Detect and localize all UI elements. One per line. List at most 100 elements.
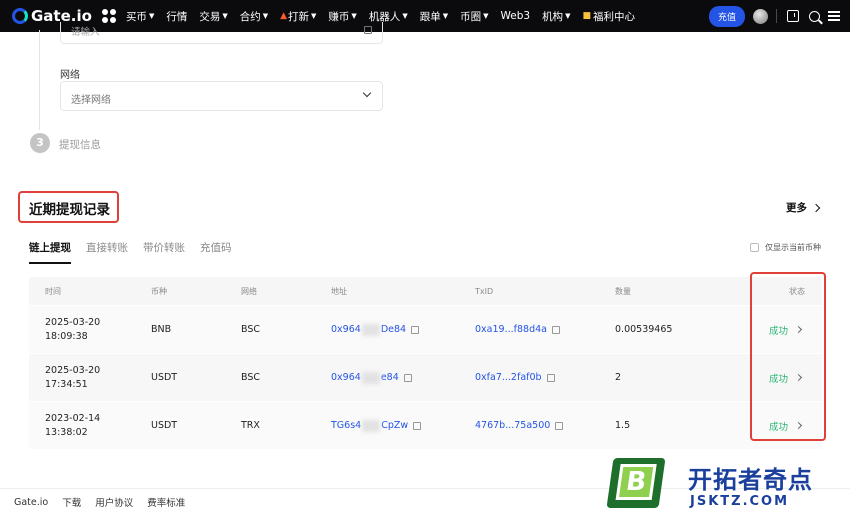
nav-item-9[interactable]: Web3 bbox=[500, 10, 530, 22]
caret-down-icon: ▼ bbox=[483, 12, 489, 20]
nav-item-label: 机构 bbox=[542, 10, 564, 23]
row-date: 2023-02-14 bbox=[45, 412, 101, 424]
copy-icon[interactable] bbox=[403, 373, 412, 382]
nav-item-11[interactable]: ■ 福利中心 bbox=[582, 9, 635, 24]
gift-icon: ■ bbox=[582, 11, 591, 21]
tab-1[interactable]: 直接转账 bbox=[86, 240, 128, 264]
row-date: 2025-03-20 bbox=[45, 316, 101, 328]
nav-item-label: 跟单 bbox=[419, 10, 441, 23]
table-row[interactable]: 2025-03-20 17:34:51 USDT BSC 0x964 e84 0xfa7..… bbox=[29, 354, 822, 401]
checkbox[interactable] bbox=[750, 243, 759, 252]
step-number-badge: 3 bbox=[30, 133, 50, 153]
copy-icon[interactable] bbox=[551, 325, 560, 334]
caret-down-icon: ▼ bbox=[351, 12, 357, 20]
row-time: 2023-02-14 13:38:02 bbox=[45, 402, 100, 449]
address-end: De84 bbox=[380, 324, 407, 335]
flame-icon: ▲ bbox=[280, 11, 288, 21]
copy-icon[interactable] bbox=[555, 421, 564, 430]
caret-down-icon: ▼ bbox=[222, 12, 228, 20]
nav-item-8[interactable]: 币圈 ▼ bbox=[460, 9, 488, 24]
txid-text: 0xa19...f88d4a bbox=[475, 324, 547, 335]
search-icon[interactable] bbox=[809, 10, 820, 22]
network-select[interactable]: 选择网络 bbox=[60, 81, 383, 111]
watermark-badge-letter: B bbox=[615, 464, 657, 500]
chevron-down-icon bbox=[362, 88, 372, 98]
address-input[interactable]: 请输入 bbox=[60, 22, 383, 44]
footer-link-0[interactable]: Gate.io bbox=[14, 497, 48, 508]
footer-link-1[interactable]: 下载 bbox=[62, 495, 81, 509]
row-address[interactable]: TG6s4 CpZw bbox=[331, 402, 422, 449]
gate-logo-icon bbox=[12, 8, 28, 24]
network-select-placeholder: 选择网络 bbox=[71, 95, 111, 106]
only-current-coin-toggle[interactable]: 仅显示当前币种 bbox=[750, 242, 821, 253]
chevron-right-icon bbox=[811, 203, 821, 212]
row-amount: 2 bbox=[615, 372, 622, 383]
record-tabs: 链上提现 直接转账 带价转账 充值码 bbox=[29, 240, 247, 264]
row-network: BSC bbox=[241, 324, 261, 335]
nav-item-10[interactable]: 机构 ▼ bbox=[542, 9, 570, 24]
copy-icon[interactable] bbox=[546, 373, 555, 382]
address-redacted bbox=[361, 371, 380, 384]
row-clock: 17:34:51 bbox=[45, 378, 88, 390]
watermark-subtitle: JSKTZ.COM bbox=[690, 494, 790, 509]
more-link[interactable]: 更多 bbox=[786, 200, 821, 215]
highlight-box-status bbox=[750, 272, 826, 441]
caret-down-icon: ▼ bbox=[262, 12, 269, 20]
withdrawal-table: 时间 币种 网络 地址 TxID 数量 状态 2025-03-20 18:09:3… bbox=[29, 277, 822, 449]
txid-text: 0xfa7...2faf0b bbox=[475, 372, 542, 383]
row-address[interactable]: 0x964 e84 bbox=[331, 354, 412, 401]
more-link-label: 更多 bbox=[786, 202, 807, 214]
row-clock: 18:09:38 bbox=[45, 330, 88, 342]
row-coin: USDT bbox=[151, 372, 178, 383]
nav-divider bbox=[776, 9, 777, 23]
row-coin: BNB bbox=[151, 324, 172, 335]
table-row[interactable]: 2023-02-14 13:38:02 USDT TRX TG6s4 CpZw 4767b.… bbox=[29, 402, 822, 449]
nav-item-label: 福利中心 bbox=[592, 10, 635, 23]
address-redacted bbox=[362, 419, 381, 432]
only-current-coin-label: 仅显示当前币种 bbox=[765, 243, 821, 252]
network-label: 网络 bbox=[60, 70, 80, 81]
caret-down-icon: ▼ bbox=[148, 12, 155, 20]
col-coin: 币种 bbox=[151, 286, 167, 296]
row-txid[interactable]: 4767b...75a500 bbox=[475, 402, 564, 449]
tab-0[interactable]: 链上提现 bbox=[29, 240, 71, 264]
txid-text: 4767b...75a500 bbox=[475, 420, 551, 431]
col-txid: TxID bbox=[475, 286, 494, 296]
copy-icon[interactable] bbox=[411, 325, 420, 334]
nav-item-7[interactable]: 跟单 ▼ bbox=[420, 9, 448, 24]
paste-icon[interactable] bbox=[364, 26, 372, 34]
row-amount: 1.5 bbox=[615, 420, 631, 431]
address-redacted bbox=[361, 323, 380, 336]
address-start: 0x964 bbox=[331, 372, 361, 383]
caret-down-icon: ▼ bbox=[565, 12, 571, 20]
avatar[interactable] bbox=[753, 8, 768, 24]
row-txid[interactable]: 0xa19...f88d4a bbox=[475, 306, 560, 353]
row-time: 2025-03-20 17:34:51 bbox=[45, 354, 100, 401]
footer-link-3[interactable]: 费率标准 bbox=[147, 495, 185, 509]
address-input-placeholder: 请输入 bbox=[71, 27, 100, 38]
tab-3[interactable]: 充值码 bbox=[200, 240, 232, 264]
row-address[interactable]: 0x964 De84 bbox=[331, 306, 420, 353]
footer-link-2[interactable]: 用户协议 bbox=[95, 495, 133, 509]
table-row[interactable]: 2025-03-20 18:09:38 BNB BSC 0x964 De84 0xa19..… bbox=[29, 306, 822, 353]
apps-grid-icon[interactable] bbox=[101, 9, 116, 23]
step-connector-line bbox=[39, 30, 40, 130]
deposit-button[interactable]: 充值 bbox=[708, 5, 745, 27]
caret-down-icon: ▼ bbox=[442, 12, 449, 20]
row-txid[interactable]: 0xfa7...2faf0b bbox=[475, 354, 555, 401]
row-amount: 0.00539465 bbox=[615, 324, 673, 335]
menu-icon[interactable] bbox=[828, 10, 840, 22]
copy-icon[interactable] bbox=[413, 421, 422, 430]
tab-2[interactable]: 带价转账 bbox=[143, 240, 185, 264]
row-date: 2025-03-20 bbox=[45, 364, 101, 376]
row-network: TRX bbox=[241, 420, 260, 431]
row-clock: 13:38:02 bbox=[45, 426, 88, 438]
col-network: 网络 bbox=[241, 286, 257, 296]
nav-item-label: 币圈 bbox=[460, 10, 482, 23]
caret-down-icon: ▼ bbox=[402, 12, 408, 20]
watermark-logo: B 开拓者奇点 JSKTZ.COM bbox=[606, 456, 848, 515]
download-icon[interactable] bbox=[787, 10, 799, 22]
row-network: BSC bbox=[241, 372, 261, 383]
table-header: 时间 币种 网络 地址 TxID 数量 状态 bbox=[29, 277, 822, 305]
highlight-box-title bbox=[18, 191, 119, 223]
